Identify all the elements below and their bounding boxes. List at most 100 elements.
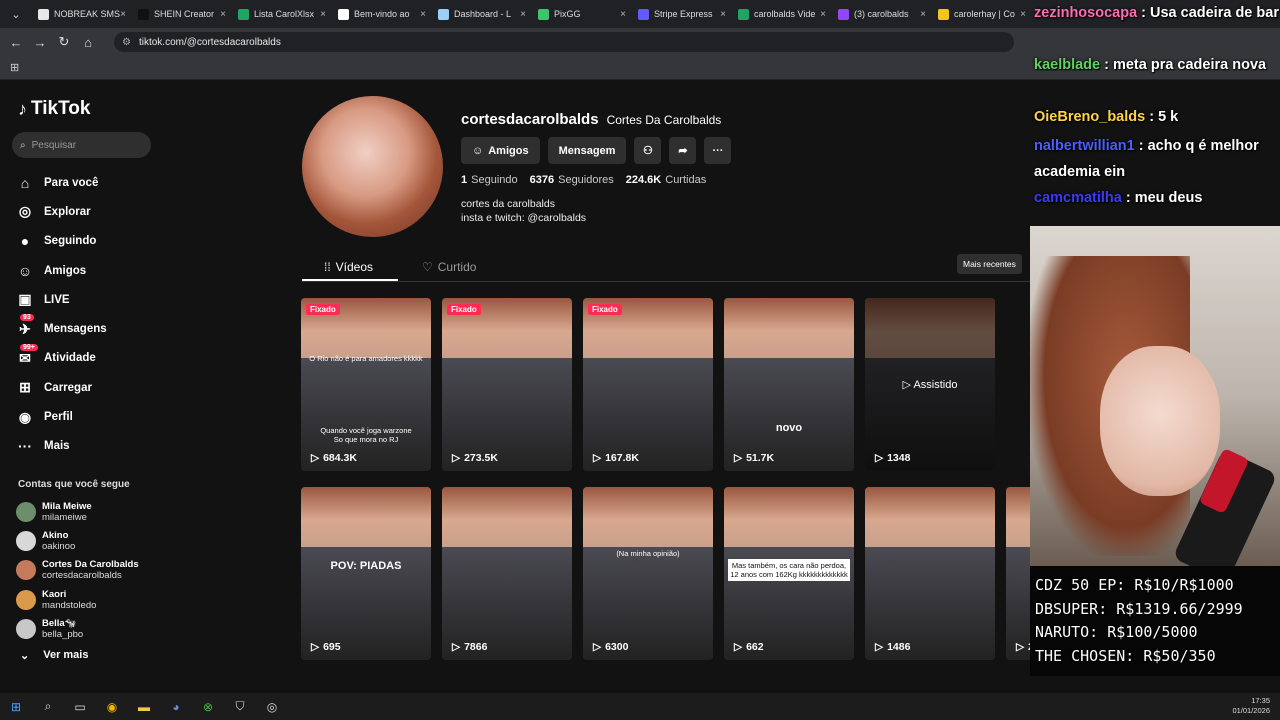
video-card[interactable]: ▷ 7866 bbox=[442, 487, 572, 660]
tab-title: Stripe Express bbox=[654, 9, 713, 19]
tab-favicon-icon bbox=[338, 8, 349, 20]
tab-close-icon[interactable]: × bbox=[420, 9, 426, 20]
tab-close-icon[interactable]: × bbox=[1020, 9, 1026, 20]
following-item[interactable]: Mila Meiwe milameiwe bbox=[16, 497, 139, 526]
play-icon: ▷ bbox=[734, 641, 743, 653]
share-button[interactable]: ➦ bbox=[669, 137, 697, 164]
video-card[interactable]: Fixado ▷ 167.8K bbox=[583, 298, 713, 471]
sidebar-item-8[interactable]: ◉ Perfil bbox=[16, 402, 107, 431]
browser-tab[interactable]: Stripe Express × bbox=[632, 0, 732, 28]
browser-tab[interactable]: PixGG × bbox=[532, 0, 632, 28]
tab-liked[interactable]: ♡ Curtido bbox=[422, 260, 476, 274]
tab-close-icon[interactable]: × bbox=[220, 9, 226, 20]
video-card[interactable]: Fixado O Rio não é para amadores kkkkk Qua… bbox=[301, 298, 431, 471]
chat-username: kaelblade bbox=[1034, 57, 1101, 73]
search-input[interactable]: ⌕ Pesquisar bbox=[12, 132, 151, 158]
chat-text: meu deus bbox=[1134, 190, 1203, 206]
sidebar-item-icon: ☺ bbox=[17, 262, 33, 279]
sidebar-item-label: Amigos bbox=[44, 264, 87, 277]
tab-close-icon[interactable]: × bbox=[920, 9, 926, 20]
tab-search-icon[interactable]: ⌄ bbox=[0, 0, 32, 28]
home-icon[interactable]: ⌂ bbox=[76, 35, 100, 50]
reload-icon[interactable]: ↻ bbox=[52, 34, 76, 50]
following-item[interactable]: Cortes Da Carolbalds cortesdacarolbalds bbox=[16, 556, 139, 585]
following-item[interactable]: Bella🐄 bella_pbo bbox=[16, 614, 139, 643]
follow-suggest-button[interactable]: ⚇ bbox=[634, 137, 662, 164]
video-card[interactable]: ▷ 1486 bbox=[865, 487, 995, 660]
video-card[interactable]: Mas também, os cara não perdoa, 12 anos … bbox=[724, 487, 854, 660]
sidebar-item-0[interactable]: ⌂ Para você bbox=[16, 168, 107, 197]
message-label: Mensagem bbox=[558, 144, 616, 157]
chrome-icon[interactable]: ◉ bbox=[96, 693, 128, 720]
tab-close-icon[interactable]: × bbox=[720, 9, 726, 20]
sidebar-item-1[interactable]: ◎ Explorar bbox=[16, 197, 107, 226]
search-icon[interactable]: ⌕ bbox=[32, 693, 64, 720]
heart-outline-icon: ♡ bbox=[422, 260, 433, 274]
video-thumb-top bbox=[724, 298, 854, 358]
video-card[interactable]: novo ▷ 51.7K bbox=[724, 298, 854, 471]
bio-line: cortes da carolbalds bbox=[461, 198, 555, 210]
browser-tab[interactable]: carolbalds Vide × bbox=[732, 0, 832, 28]
browser-tab[interactable]: Bem-vindo ao × bbox=[332, 0, 432, 28]
browser-tab[interactable]: carolerhay | Co × bbox=[932, 0, 1032, 28]
view-count: ▷2283 bbox=[1016, 641, 1030, 653]
stat-followers[interactable]: 6376 Seguidores bbox=[530, 174, 614, 186]
tab-close-icon[interactable]: × bbox=[820, 9, 826, 20]
stat-following[interactable]: 1 Seguindo bbox=[461, 174, 518, 186]
task-view-icon[interactable]: ▭ bbox=[64, 693, 96, 720]
friends-button[interactable]: ☺ Amigos bbox=[461, 137, 540, 164]
video-caption: (Na minha opinião) bbox=[616, 549, 680, 558]
sidebar-item-9[interactable]: ··· Mais bbox=[16, 432, 107, 461]
sidebar-item-7[interactable]: ⊞ Carregar bbox=[16, 373, 107, 402]
video-card[interactable]: ▷2283 bbox=[1006, 487, 1030, 660]
apps-grid-icon[interactable]: ⊞ bbox=[10, 61, 19, 74]
sidebar-item-6[interactable]: ✉ 99+ Atividade bbox=[16, 343, 107, 373]
file-explorer-icon[interactable]: ▬ bbox=[128, 693, 160, 720]
video-card[interactable]: (Na minha opinião) ▷ 6300 bbox=[583, 487, 713, 660]
tab-close-icon[interactable]: × bbox=[120, 9, 126, 20]
tab-close-icon[interactable]: × bbox=[620, 9, 626, 20]
browser-tab[interactable]: (3) carolbalds × bbox=[832, 0, 932, 28]
sidebar-item-3[interactable]: ☺ Amigos bbox=[16, 256, 107, 285]
browser-tab[interactable]: NOBREAK SMS × bbox=[32, 0, 132, 28]
clock-time: 17:35 bbox=[1251, 696, 1270, 705]
view-count-value: 2283 bbox=[1028, 641, 1030, 653]
tiktok-logo[interactable]: ♪ TikTok bbox=[18, 98, 90, 120]
following-item[interactable]: Kaori mandstoledo bbox=[16, 585, 139, 614]
video-card[interactable]: ▷ Assistido ▷ 1348 bbox=[865, 298, 995, 471]
start-icon[interactable]: ⊞ bbox=[0, 693, 32, 720]
sort-recent-button[interactable]: Mais recentes bbox=[957, 254, 1022, 274]
sidebar-item-5[interactable]: ✈ 93 Mensagens bbox=[16, 314, 107, 343]
video-caption-2: Quando você joga warzone So que mora no … bbox=[320, 426, 412, 444]
video-thumb-top bbox=[724, 487, 854, 547]
browser-tab[interactable]: Dashboard - L × bbox=[432, 0, 532, 28]
discord-icon[interactable]: ◕ bbox=[160, 693, 192, 720]
back-icon[interactable]: ← bbox=[4, 35, 28, 50]
sidebar-item-2[interactable]: ● Seguindo bbox=[16, 227, 107, 256]
message-button[interactable]: Mensagem bbox=[547, 137, 627, 164]
notification-badge: 93 bbox=[20, 314, 34, 322]
following-header: Contas que você segue bbox=[18, 479, 130, 490]
tab-close-icon[interactable]: × bbox=[320, 9, 326, 20]
following-item[interactable]: Akino oakinoo bbox=[16, 526, 139, 555]
more-button[interactable]: ··· bbox=[704, 137, 732, 164]
url-field[interactable]: ⚙ tiktok.com/@cortesdacarolbalds bbox=[114, 32, 1014, 52]
video-card[interactable]: POV: PIADAS ▷ 695 bbox=[301, 487, 431, 660]
browser-tab[interactable]: Lista CarolXlsx × bbox=[232, 0, 332, 28]
tab-videos[interactable]: ⁞⁞ Vídeos bbox=[324, 260, 373, 274]
browser-tab[interactable]: SHEIN Creator × bbox=[132, 0, 232, 28]
forward-icon[interactable]: → bbox=[28, 35, 52, 50]
shield-icon[interactable]: ⛉ bbox=[224, 693, 256, 720]
see-more-link[interactable]: ⌄ Ver mais bbox=[20, 649, 88, 662]
search-icon: ⌕ bbox=[20, 139, 26, 151]
tab-close-icon[interactable]: × bbox=[520, 9, 526, 20]
view-count-value: 273.5K bbox=[464, 452, 498, 464]
profile-bio: cortes da carolbalds insta e twitch: @ca… bbox=[461, 197, 586, 225]
active-tab-underline bbox=[302, 279, 398, 281]
sidebar-item-4[interactable]: ▣ LIVE bbox=[16, 285, 107, 314]
xbox-icon[interactable]: ⊗ bbox=[192, 693, 224, 720]
site-info-icon[interactable]: ⚙ bbox=[122, 37, 131, 48]
tab-favicon-icon bbox=[838, 8, 849, 20]
obs-icon[interactable]: ◎ bbox=[256, 693, 288, 720]
video-card[interactable]: Fixado ▷ 273.5K bbox=[442, 298, 572, 471]
